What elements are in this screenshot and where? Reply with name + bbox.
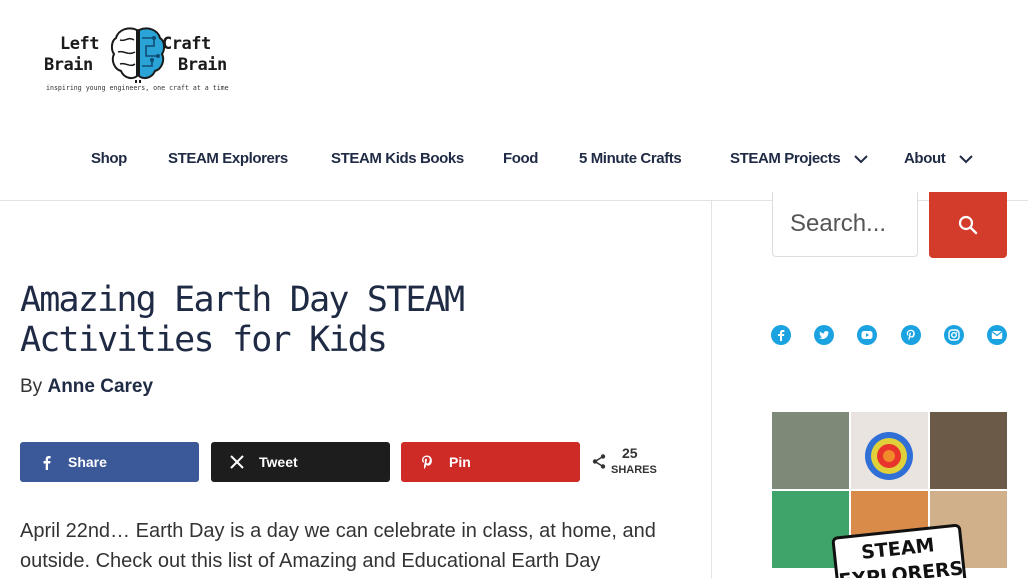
promo-photo-tile (772, 412, 849, 489)
nav-steam-projects[interactable]: STEAM Projects (730, 150, 868, 167)
search-button[interactable] (929, 192, 1007, 258)
share-count-label: SHARES (611, 464, 657, 476)
chevron-down-icon[interactable] (959, 154, 973, 164)
twitter-share-label: Tweet (259, 454, 298, 470)
youtube-icon (861, 331, 873, 339)
search-icon (958, 215, 978, 235)
pinterest-share-button[interactable]: Pin (401, 442, 580, 482)
steam-explorers-promo-image[interactable]: STEAM EXPLORERS (772, 412, 1007, 578)
site-logo[interactable]: Left Craft Brain Brain inspiring young e… (42, 22, 232, 100)
byline: By Anne Carey (20, 376, 153, 398)
facebook-share-label: Share (68, 454, 107, 470)
logo-word-brain-left: Brain (44, 55, 93, 75)
author-link[interactable]: Anne Carey (47, 376, 153, 397)
search-input[interactable] (772, 192, 918, 257)
promo-photo-tile (930, 412, 1007, 489)
x-twitter-icon (230, 455, 244, 469)
facebook-icon (778, 330, 785, 341)
instagram-icon (948, 329, 960, 341)
pinterest-icon (422, 455, 432, 469)
facebook-icon (43, 455, 51, 470)
nav-food[interactable]: Food (503, 150, 538, 167)
nav-steam-projects-label: STEAM Projects (730, 150, 841, 167)
youtube-link[interactable] (857, 325, 877, 345)
facebook-share-button[interactable]: Share (20, 442, 199, 482)
email-link[interactable] (987, 325, 1007, 345)
pinterest-link[interactable] (901, 325, 921, 345)
share-icon (592, 454, 606, 469)
logo-word-brain-right: Brain (178, 55, 227, 75)
instagram-link[interactable] (944, 325, 964, 345)
article-intro: April 22nd… Earth Day is a day we can ce… (20, 520, 656, 572)
promo-photo-tile (851, 412, 928, 489)
brain-logo-icon (110, 27, 166, 83)
article-title: Amazing Earth Day STEAM Activities for K… (20, 280, 465, 360)
pinterest-share-label: Pin (449, 454, 471, 470)
share-counter: 25 SHARES (590, 444, 670, 480)
logo-word-craft: Craft (162, 34, 211, 54)
sidebar-divider (711, 201, 712, 578)
nav-5-minute-crafts[interactable]: 5 Minute Crafts (579, 150, 682, 167)
nav-about[interactable]: About (904, 150, 973, 167)
chevron-down-icon[interactable] (854, 154, 868, 164)
twitter-link[interactable] (814, 325, 834, 345)
email-icon (991, 331, 1003, 339)
logo-word-left: Left (60, 34, 99, 54)
twitter-icon (819, 331, 829, 339)
share-count: 25 (622, 445, 638, 461)
nav-shop[interactable]: Shop (91, 150, 127, 167)
main-nav: Shop STEAM Explorers STEAM Kids Books Fo… (0, 140, 1028, 180)
nav-steam-kids-books[interactable]: STEAM Kids Books (331, 150, 464, 167)
pinterest-icon (906, 329, 915, 341)
facebook-link[interactable] (771, 325, 791, 345)
nav-about-label: About (904, 150, 946, 167)
byline-prefix: By (20, 376, 43, 397)
logo-tagline: inspiring young engineers, one craft at … (46, 84, 229, 92)
twitter-share-button[interactable]: Tweet (211, 442, 390, 482)
nav-steam-explorers[interactable]: STEAM Explorers (168, 150, 288, 167)
